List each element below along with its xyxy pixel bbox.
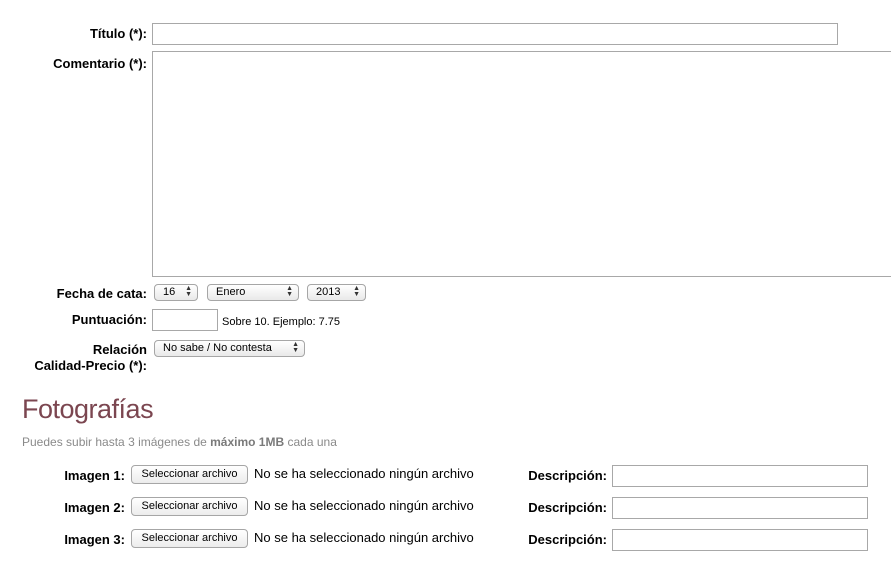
imagen-3-choose-button[interactable]: Seleccionar archivo (131, 529, 248, 548)
fecha-mes-value: Enero (216, 286, 246, 298)
relacion-label-line1: Relación (92, 342, 147, 357)
imagen-2-desc-label: Descripción: (528, 500, 607, 515)
imagen-1-desc-label: Descripción: (528, 468, 607, 483)
relacion-value: No sabe / No contesta (163, 342, 272, 354)
fotografias-note: Puedes subir hasta 3 imágenes de máximo … (22, 435, 337, 449)
imagen-1-status: No se ha seleccionado ningún archivo (254, 466, 474, 481)
fotografias-title: Fotografías (22, 394, 154, 424)
select-arrows-icon: ▲ ▼ (292, 341, 299, 354)
select-arrows-icon: ▲ ▼ (185, 285, 192, 298)
fecha-anio-select[interactable]: 2013 ▲ ▼ (307, 284, 366, 301)
titulo-label: Título (*): (89, 26, 147, 41)
fecha-label: Fecha de cata: (56, 286, 147, 301)
puntuacion-input[interactable] (152, 309, 218, 331)
fecha-mes-select[interactable]: Enero ▲ ▼ (207, 284, 299, 301)
comentario-label: Comentario (*): (53, 56, 147, 71)
fecha-dia-select[interactable]: 16 ▲ ▼ (154, 284, 198, 301)
imagen-3-desc-input[interactable] (612, 529, 868, 551)
imagen-2-status: No se ha seleccionado ningún archivo (254, 498, 474, 513)
relacion-select[interactable]: No sabe / No contesta ▲ ▼ (154, 340, 305, 357)
relacion-label-line2: Calidad-Precio (*): (34, 358, 147, 373)
imagen-2-desc-input[interactable] (612, 497, 868, 519)
fecha-dia-value: 16 (163, 286, 176, 298)
imagen-1-choose-button[interactable]: Seleccionar archivo (131, 465, 248, 484)
fecha-anio-value: 2013 (316, 286, 341, 298)
titulo-input[interactable] (152, 23, 838, 45)
imagen-1-label: Imagen 1: (64, 468, 125, 483)
imagen-2-label: Imagen 2: (64, 500, 125, 515)
puntuacion-hint: Sobre 10. Ejemplo: 7.75 (222, 316, 341, 328)
imagen-3-status: No se ha seleccionado ningún archivo (254, 530, 474, 545)
select-arrows-icon: ▲ ▼ (353, 285, 360, 298)
imagen-3-label: Imagen 3: (64, 532, 125, 547)
imagen-1-desc-input[interactable] (612, 465, 868, 487)
select-arrows-icon: ▲ ▼ (286, 285, 293, 298)
imagen-2-choose-button[interactable]: Seleccionar archivo (131, 497, 248, 516)
puntuacion-label: Puntuación: (71, 312, 147, 327)
comentario-textarea[interactable] (152, 51, 891, 277)
imagen-3-desc-label: Descripción: (528, 532, 607, 547)
